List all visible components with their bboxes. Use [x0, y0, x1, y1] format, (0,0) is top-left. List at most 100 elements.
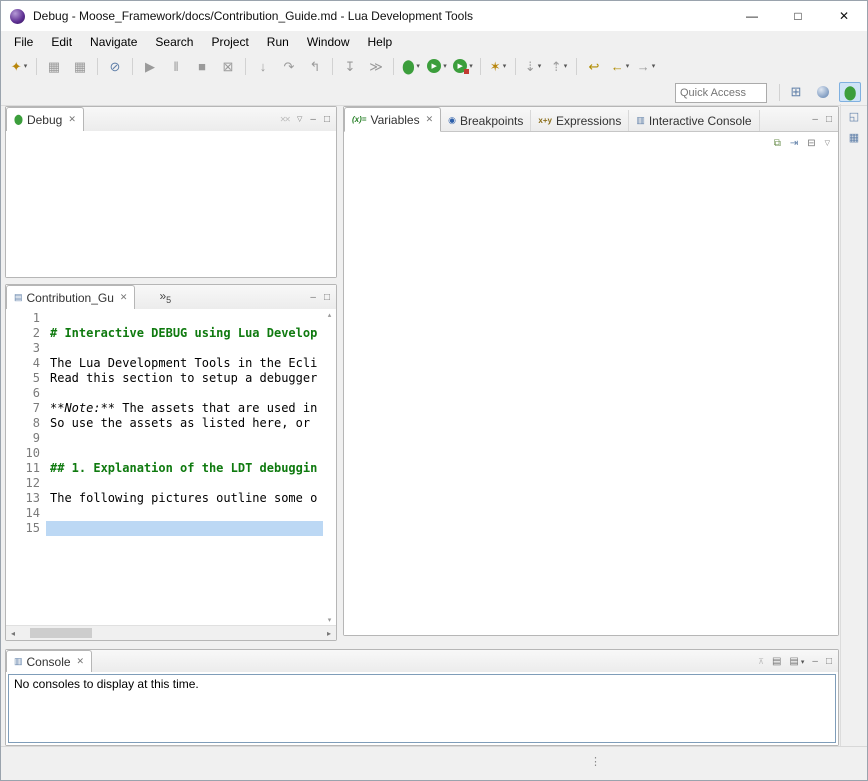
menu-search[interactable]: Search — [146, 32, 202, 52]
forward-button[interactable]: →▾ — [633, 55, 659, 77]
close-icon[interactable]: ✕ — [120, 292, 128, 303]
save-button[interactable]: ▦ — [41, 55, 67, 77]
line-number: 13 — [6, 491, 40, 506]
minimize-view-button[interactable]: – — [310, 292, 316, 303]
maximize-window-button[interactable]: □ — [775, 1, 821, 31]
menu-navigate[interactable]: Navigate — [81, 32, 146, 52]
maximize-view-button[interactable]: □ — [826, 656, 832, 667]
quick-access-input[interactable] — [675, 83, 767, 103]
tab-debug[interactable]: ⬤ Debug ✕ — [6, 107, 84, 132]
disconnect-button[interactable]: ⊠ — [215, 55, 241, 77]
open-perspective-button[interactable]: ⊞ — [785, 82, 807, 102]
menu-help[interactable]: Help — [359, 32, 402, 52]
code-line[interactable]: **Note:** The assets that are used in — [46, 401, 323, 416]
previous-annotation-button[interactable]: ⇡▾ — [546, 55, 572, 77]
debug-button[interactable]: ⬤▾ — [398, 55, 424, 77]
view-menu-button[interactable]: ▽ — [297, 115, 302, 123]
code-line[interactable]: The Lua Development Tools in the Ecli — [46, 356, 323, 371]
show-logical-structure-button[interactable]: ⇥ — [790, 138, 798, 149]
code-area[interactable]: # Interactive DEBUG using Lua Develop Th… — [46, 309, 323, 626]
menu-edit[interactable]: Edit — [42, 32, 81, 52]
magic-wand-button[interactable]: ✶▾ — [485, 55, 511, 77]
lua-perspective-button[interactable] — [812, 82, 834, 102]
tab-expressions[interactable]: x+y Expressions — [531, 110, 629, 131]
tab-variables[interactable]: (x)= Variables ✕ — [344, 107, 441, 132]
editor-tab-overflow-button[interactable]: » 5 — [155, 289, 175, 305]
maximize-view-button[interactable]: □ — [324, 292, 330, 303]
menu-run[interactable]: Run — [258, 32, 298, 52]
scroll-down-icon[interactable]: ▾ — [328, 616, 332, 624]
tab-breakpoints[interactable]: ◉ Breakpoints — [441, 110, 531, 131]
minimize-view-button[interactable]: – — [310, 114, 316, 125]
code-line[interactable]: The following pictures outline some o — [46, 491, 323, 506]
code-line[interactable] — [46, 386, 323, 401]
code-line[interactable] — [46, 341, 323, 356]
line-number: 9 — [6, 431, 40, 446]
step-return-button[interactable]: ↰ — [302, 55, 328, 77]
step-into-button[interactable]: ↓ — [250, 55, 276, 77]
sash-grip-icon[interactable]: ⋮ — [590, 755, 601, 768]
minimize-view-button[interactable]: – — [812, 114, 818, 125]
skip-breakpoints-button[interactable]: ⊘ — [102, 55, 128, 77]
drop-to-frame-button[interactable]: ↧ — [337, 55, 363, 77]
scroll-up-icon[interactable]: ▴ — [328, 311, 332, 319]
debug-perspective-button[interactable]: ⬤ — [839, 82, 861, 102]
code-line[interactable]: So use the assets as listed here, or — [46, 416, 323, 431]
code-line[interactable]: ## 1. Explanation of the LDT debuggin — [46, 461, 323, 476]
code-line[interactable]: # Interactive DEBUG using Lua Develop — [46, 326, 323, 341]
collapse-all-button[interactable]: ⊟ — [807, 138, 815, 149]
close-icon[interactable]: ✕ — [426, 114, 434, 125]
step-filters-button[interactable]: ≫ — [363, 55, 389, 77]
maximize-view-button[interactable]: □ — [826, 114, 832, 125]
next-annotation-button[interactable]: ⇣▾ — [520, 55, 546, 77]
terminate-button[interactable]: ■ — [189, 55, 215, 77]
save-all-button[interactable]: ▦ — [67, 55, 93, 77]
debug-view-tabbar: ⬤ Debug ✕ ✕✕ ▽ – □ — [6, 107, 336, 132]
menu-project[interactable]: Project — [202, 32, 257, 52]
display-console-button[interactable]: ▤ — [772, 656, 781, 667]
close-window-button[interactable]: ✕ — [821, 1, 867, 31]
remove-all-terminated-button[interactable]: ✕✕ — [280, 115, 289, 124]
new-wizard-button[interactable]: ✦▾ — [6, 55, 32, 77]
back-button[interactable]: ←▾ — [607, 55, 633, 77]
horizontal-scrollbar[interactable]: ◂ ▸ — [6, 625, 336, 640]
suspend-button[interactable]: ‖ — [163, 55, 189, 77]
code-line[interactable] — [46, 311, 323, 326]
external-tools-button[interactable]: ▶▾ — [450, 55, 476, 77]
minimize-view-button[interactable]: – — [812, 656, 818, 667]
scroll-right-icon[interactable]: ▸ — [322, 629, 336, 638]
code-line[interactable]: Read this section to setup a debugger — [46, 371, 323, 386]
view-menu-button[interactable]: ▽ — [825, 139, 830, 147]
minimize-window-button[interactable]: — — [729, 1, 775, 31]
tab-console[interactable]: ▥ Console ✕ — [6, 650, 92, 673]
code-line[interactable] — [46, 431, 323, 446]
code-line-current[interactable] — [46, 521, 323, 536]
open-console-button[interactable]: ▤▾ — [789, 656, 804, 667]
code-line[interactable] — [46, 476, 323, 491]
run-button[interactable]: ▶▾ — [424, 55, 450, 77]
menu-window[interactable]: Window — [298, 32, 359, 52]
scroll-left-icon[interactable]: ◂ — [6, 629, 20, 638]
app-icon — [10, 9, 25, 24]
vertical-scrollbar[interactable]: ▴ ▾ — [323, 309, 336, 626]
menu-file[interactable]: File — [5, 32, 42, 52]
save-icon: ▦ — [48, 60, 60, 73]
close-icon[interactable]: ✕ — [68, 114, 76, 125]
pin-console-button[interactable]: ⊼ — [758, 657, 764, 666]
restore-view-button[interactable]: ◱ — [844, 107, 864, 125]
code-line[interactable] — [46, 506, 323, 521]
tab-interactive-console[interactable]: ▥ Interactive Console — [629, 110, 759, 131]
tab-contribution-guide[interactable]: ▤ Contribution_Gu ✕ — [6, 285, 135, 310]
code-line[interactable] — [46, 446, 323, 461]
outline-view-button[interactable]: ▦ — [844, 128, 864, 146]
debug-view: ⬤ Debug ✕ ✕✕ ▽ – □ — [5, 106, 337, 278]
line-number-gutter: 1 2 3 4 5 6 7 8 9 10 11 12 13 14 15 — [6, 309, 46, 626]
close-icon[interactable]: ✕ — [77, 656, 85, 667]
show-type-names-button[interactable]: ⧉ — [774, 138, 781, 149]
scrollbar-track[interactable] — [20, 626, 322, 640]
step-over-button[interactable]: ↷ — [276, 55, 302, 77]
resume-button[interactable]: ▶ — [137, 55, 163, 77]
maximize-view-button[interactable]: □ — [324, 114, 330, 125]
last-edit-location-button[interactable]: ↩ — [581, 55, 607, 77]
scrollbar-thumb[interactable] — [30, 628, 92, 638]
